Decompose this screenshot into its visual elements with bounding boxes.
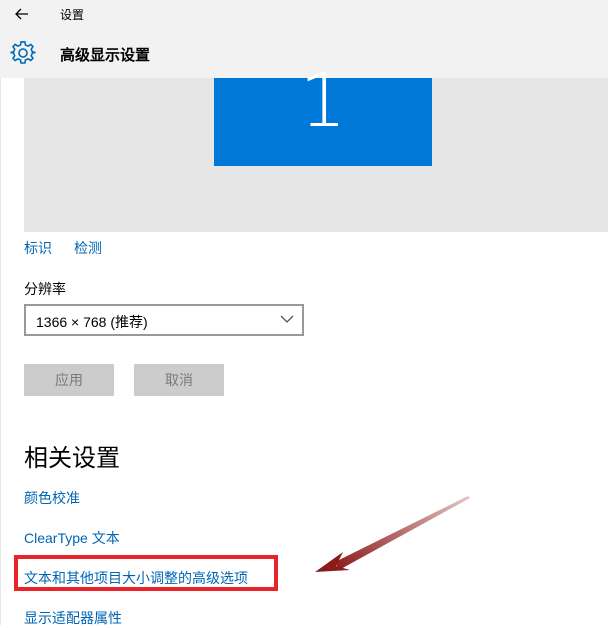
cleartype-text-link[interactable]: ClearType 文本 — [24, 528, 120, 548]
related-settings-heading: 相关设置 — [24, 445, 120, 472]
cancel-button[interactable]: 取消 — [134, 364, 224, 396]
identify-link[interactable]: 标识 — [24, 238, 52, 258]
window-title: 设置 — [60, 8, 85, 22]
highlight-box — [14, 555, 278, 591]
monitor-number: 1 — [299, 58, 347, 144]
apply-button[interactable]: 应用 — [24, 364, 114, 396]
title-bar: 设置 — [0, 0, 608, 28]
left-edge-divider — [0, 78, 1, 625]
detect-link[interactable]: 检测 — [74, 238, 102, 258]
resolution-label: 分辨率 — [24, 281, 66, 297]
chevron-down-icon — [280, 315, 294, 323]
back-arrow-icon — [15, 8, 28, 20]
adapter-properties-link[interactable]: 显示适配器属性 — [24, 608, 122, 628]
display-arrangement-area: 1 — [24, 64, 608, 232]
page-title: 高级显示设置 — [60, 47, 151, 64]
gear-icon — [10, 41, 36, 64]
monitor-tile[interactable]: 1 — [214, 64, 432, 166]
color-calibration-link[interactable]: 颜色校准 — [24, 488, 80, 508]
back-button[interactable] — [10, 4, 34, 24]
resolution-value: 1366 × 768 (推荐) — [36, 314, 148, 330]
resolution-dropdown[interactable]: 1366 × 768 (推荐) — [24, 304, 304, 336]
